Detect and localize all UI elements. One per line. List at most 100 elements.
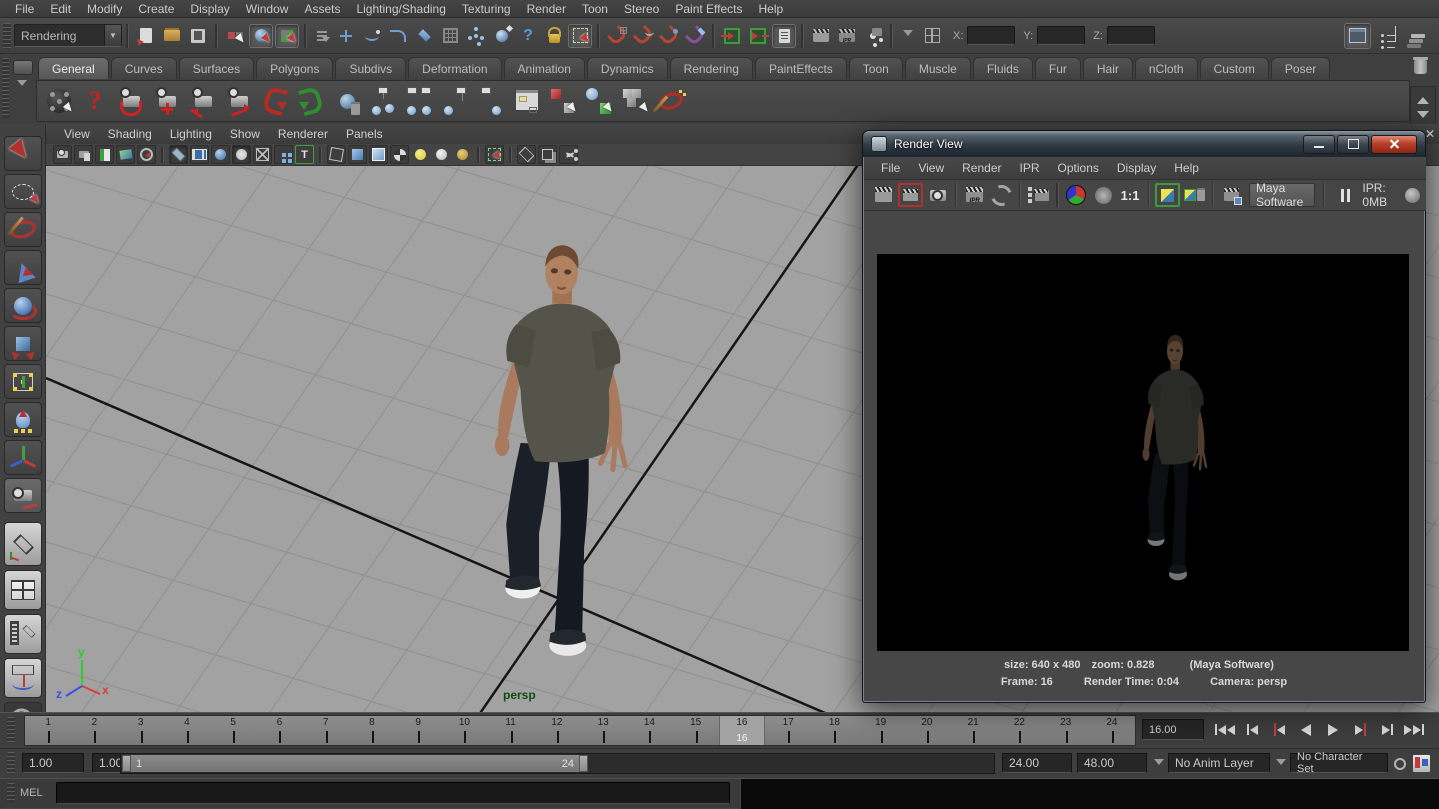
timeline-frame[interactable]: 7 [303,716,349,745]
four-pane-layout-button[interactable] [4,570,42,610]
vp-textured-icon[interactable] [369,145,388,164]
statusline-grip[interactable] [3,23,11,49]
shelf-tab-animation[interactable]: Animation [504,57,585,79]
command-line-mode-label[interactable]: MEL [20,787,43,799]
soft-modification-button[interactable] [4,402,42,437]
shelf-tab-custom[interactable]: Custom [1200,57,1269,79]
timeline-frame[interactable]: 22 [996,716,1042,745]
camera-dolly-icon[interactable] [187,85,219,117]
animation-end-field[interactable]: 48.00 [1077,753,1147,773]
shelf-trash-icon[interactable] [1414,60,1427,74]
play-backwards-button[interactable] [1293,718,1319,741]
rv-menu-display[interactable]: Display [1108,161,1165,175]
shelf-tab-surfaces[interactable]: Surfaces [179,57,254,79]
vp-bookmark-icon[interactable] [95,145,114,164]
duplicate-input-graph-icon[interactable] [619,85,651,117]
shelf-menu-button[interactable] [13,60,33,75]
playback-end-field[interactable]: 24.00 [1002,753,1072,773]
shelf-tab-painteffects[interactable]: PaintEffects [755,57,847,79]
shelf-tab-fluids[interactable]: Fluids [973,57,1033,79]
rgb-channels-icon[interactable] [1064,183,1089,207]
show-attribute-editor-button[interactable] [1344,23,1371,49]
rv-menu-ipr[interactable]: IPR [1011,161,1049,175]
timeline-frame[interactable]: 6 [256,716,302,745]
timeline-frame[interactable]: 9 [395,716,441,745]
shelf-tab-dynamics[interactable]: Dynamics [587,57,668,79]
timeline-frame[interactable]: 2 [71,716,117,745]
output-connections-icon[interactable] [746,24,770,48]
snap-to-curve-center-icon[interactable] [386,24,410,48]
alpha-channel-icon[interactable] [1091,183,1116,207]
menu-display[interactable]: Display [183,2,236,16]
select-tool-button[interactable] [4,136,42,171]
snap-to-curves-icon[interactable] [360,24,384,48]
snap-mode-menu-icon[interactable] [312,26,332,46]
timeline-frame[interactable]: 13 [580,716,626,745]
z-coordinate-field[interactable] [1107,26,1155,45]
shelf-tab-poser[interactable]: Poser [1271,57,1330,79]
vp-wireframe-icon[interactable] [327,145,346,164]
menu-help[interactable]: Help [752,2,791,16]
menu-render[interactable]: Render [520,2,573,16]
timeline-frame[interactable]: 1 [25,716,71,745]
remove-image-icon[interactable] [1182,183,1207,207]
character-set-field[interactable]: No Character Set [1290,753,1388,773]
menu-lighting-shading[interactable]: Lighting/Shading [349,2,452,16]
menu-texturing[interactable]: Texturing [455,2,518,16]
vp-checker-icon[interactable] [390,145,409,164]
timeline-frame[interactable]: 19 [858,716,904,745]
vp-gate-mask-icon[interactable] [232,145,251,164]
highlight-selection-icon[interactable] [568,24,592,48]
minimize-button[interactable] [1303,135,1335,154]
timeline-frame[interactable]: 20 [904,716,950,745]
menu-edit[interactable]: Edit [43,2,78,16]
shelf-scrollbar[interactable] [1410,86,1436,128]
timeline-frame[interactable]: 8 [349,716,395,745]
timeline-frame[interactable]: 17 [765,716,811,745]
snap-magnet-curve-icon[interactable] [631,24,655,48]
group-nodes-icon[interactable] [367,85,399,117]
menu-set-selector[interactable]: Rendering ▼ [14,24,122,47]
vp-use-default-light-icon[interactable] [411,145,430,164]
vp-xray-joints-icon[interactable] [538,145,557,164]
camera-orbit-icon[interactable] [115,85,147,117]
snap-to-points-icon[interactable] [464,24,488,48]
shelf-tab-rendering[interactable]: Rendering [670,57,753,79]
character-model[interactable] [455,234,660,662]
shelf-tab-ncloth[interactable]: nCloth [1135,57,1198,79]
current-time-field[interactable]: 16.00 [1142,719,1204,740]
shelf-tab-hair[interactable]: Hair [1083,57,1133,79]
go-to-start-button[interactable] [1212,718,1238,741]
vp-camera-select-icon[interactable] [53,145,72,164]
region-render-icon[interactable] [1026,183,1051,207]
character-set-dropdown-icon[interactable] [1276,759,1286,770]
vp-menu-shading[interactable]: Shading [100,127,160,141]
close-button[interactable] [1371,135,1417,154]
shelf-tab-general[interactable]: General [38,57,109,79]
snap-to-grids-icon[interactable] [438,24,462,48]
snap-to-view-planes-icon[interactable] [490,24,514,48]
vp-isolate-select-icon[interactable] [485,145,504,164]
timeline-frame[interactable]: 18 [811,716,857,745]
universal-snap-icon[interactable] [920,24,944,48]
keep-image-icon[interactable] [1219,183,1244,207]
timeline-frame[interactable]: 5 [210,716,256,745]
menu-paint-effects[interactable]: Paint Effects [668,2,749,16]
help-question-icon[interactable]: ? [79,85,111,117]
redo-arrow-icon[interactable] [295,85,327,117]
timeline-frame[interactable]: 23 [1043,716,1089,745]
open-scene-icon[interactable] [160,24,184,48]
vp-menu-renderer[interactable]: Renderer [270,127,336,141]
persp-graph-layout-button[interactable] [4,658,42,698]
menu-create[interactable]: Create [131,2,181,16]
redo-previous-render-icon[interactable] [898,183,923,207]
unparent-nodes-icon[interactable] [475,85,507,117]
show-manipulator-button[interactable] [4,440,42,475]
shelf-grip[interactable] [2,58,9,118]
rv-menu-render[interactable]: Render [953,161,1010,175]
vp-smooth-shade-icon[interactable] [348,145,367,164]
range-end-handle[interactable] [579,755,588,772]
node-editor-icon[interactable] [511,85,543,117]
timeline-current-frame[interactable]: 1616 [719,716,765,745]
rv-menu-file[interactable]: File [872,161,909,175]
